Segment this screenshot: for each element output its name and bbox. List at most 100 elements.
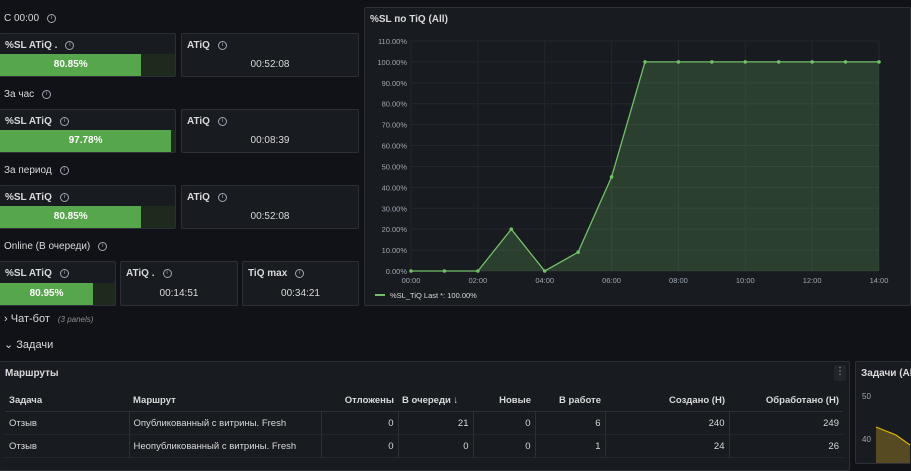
cell-postponed: 0 <box>321 434 399 458</box>
atiq-value: 00:52:08 <box>250 59 290 70</box>
sl-atiq-panel-period[interactable]: %SL ATiQ i 80.85% <box>0 185 176 229</box>
info-icon[interactable]: i <box>65 40 75 50</box>
data-point[interactable] <box>442 269 447 273</box>
data-point[interactable] <box>609 175 614 179</box>
col-header-route[interactable]: Маршрут <box>129 389 321 412</box>
atiq-value: 00:08:39 <box>250 135 290 146</box>
info-icon[interactable]: i <box>98 241 108 251</box>
y-tick-label: 30.00% <box>382 204 408 213</box>
row-chatbot[interactable]: › Чат-бот (3 panels) <box>4 313 93 325</box>
cell-created: 24 <box>605 434 730 458</box>
cell-route: Неопубликованный с витрины. Fresh <box>129 434 322 458</box>
y-tick-label: 0.00% <box>386 267 408 276</box>
y-tick-label: 20.00% <box>382 225 408 234</box>
sort-desc-icon: ↓ <box>453 394 459 406</box>
atiq-panel-online[interactable]: ATiQ .i 00:14:51 <box>120 261 238 306</box>
tasks-mini-chart <box>875 426 911 463</box>
tasks-all-title: Задачи (All) <box>861 368 911 379</box>
col-header-in-progress[interactable]: В работе <box>535 389 605 412</box>
y-tick-label: 10.00% <box>382 246 408 255</box>
tasks-y-label: 50 <box>862 392 871 401</box>
tasks-all-panel[interactable]: Задачи (All) 50 40 <box>855 361 911 464</box>
sl-atiq-panel-since-midnight[interactable]: %SL ATiQ .i 80.85% <box>0 33 176 77</box>
sl-atiq-panel-online[interactable]: %SL ATiQ i 80.95% <box>0 261 116 306</box>
info-icon[interactable]: i <box>59 116 69 126</box>
data-point[interactable] <box>810 60 814 64</box>
tasks-series-area <box>876 427 910 463</box>
col-header-postponed[interactable]: Отложены <box>321 389 398 412</box>
col-header-processed[interactable]: Обработано (Н) <box>729 389 843 412</box>
cell-task: Отзыв <box>5 411 130 435</box>
info-icon[interactable]: i <box>162 268 172 278</box>
y-tick-label: 50.00% <box>382 162 408 171</box>
sl-by-tiq-chart[interactable]: 0.00% 10.00% 20.00% 30.00% 40.00% 50.00% 60.00… <box>365 8 910 305</box>
x-tick-label: 06:00 <box>602 276 621 285</box>
sl-atiq-panel-last-hour[interactable]: %SL ATiQ i 97.78% <box>0 109 176 153</box>
panel-menu-icon[interactable]: ⋮ <box>834 365 846 381</box>
routes-panel[interactable]: Маршруты ⋮ Задача Маршрут Отложены В оче… <box>0 361 850 471</box>
row-tasks[interactable]: ⌄ Задачи <box>4 338 53 351</box>
cell-new: 0 <box>473 434 536 458</box>
y-tick-label: 60.00% <box>382 142 408 151</box>
legend-label[interactable]: %SL_TiQ Last *: 100.00% <box>390 291 477 300</box>
cell-in-progress: 6 <box>535 411 606 435</box>
table-row[interactable]: Отзыв Неопубликованный с витрины. Fresh … <box>5 434 843 458</box>
sl-bar-gauge: 97.78% <box>0 130 172 152</box>
cell-in-queue: 0 <box>398 434 474 458</box>
atiq-panel-last-hour[interactable]: ATiQ i 00:08:39 <box>181 109 359 153</box>
data-point[interactable] <box>409 269 413 273</box>
info-icon[interactable]: i <box>59 192 69 202</box>
info-icon[interactable]: i <box>59 165 69 175</box>
info-icon[interactable]: i <box>217 116 227 126</box>
chevron-right-icon: › <box>4 313 8 325</box>
data-point[interactable] <box>877 60 881 64</box>
info-icon[interactable]: i <box>217 192 227 202</box>
atiq-panel-since-midnight[interactable]: ATiQ i 00:52:08 <box>181 33 359 77</box>
tasks-y-label: 40 <box>862 435 871 444</box>
cell-created: 240 <box>605 411 730 435</box>
data-point[interactable] <box>542 269 547 273</box>
atiq-value: 00:52:08 <box>250 211 290 222</box>
section-label-period: За период i <box>4 165 69 176</box>
x-tick-label: 14:00 <box>870 276 889 285</box>
info-icon[interactable]: i <box>42 89 52 99</box>
info-icon[interactable]: i <box>217 40 227 50</box>
cell-route: Опубликованный с витрины. Fresh <box>129 411 322 435</box>
sl-bar-gauge: 80.95% <box>0 283 94 305</box>
x-tick-label: 04:00 <box>535 276 554 285</box>
data-point[interactable] <box>743 60 748 64</box>
sl-by-tiq-chart-panel[interactable]: %SL по TiQ (All) 0.00% 10.00% 20.00% 30.00%… <box>364 7 911 306</box>
col-header-new[interactable]: Новые <box>473 389 535 412</box>
table-row[interactable]: Отзыв Опубликованный с витрины. Fresh 0 … <box>5 411 843 435</box>
y-tick-label: 90.00% <box>382 79 408 88</box>
routes-title: Маршруты <box>5 368 59 379</box>
data-point[interactable] <box>643 60 647 64</box>
data-point[interactable] <box>676 60 681 64</box>
y-tick-label: 80.00% <box>382 100 408 109</box>
tiq-max-panel-online[interactable]: TiQ max i 00:34:21 <box>242 261 359 306</box>
sl-bar-gauge: 80.85% <box>0 206 142 228</box>
data-point[interactable] <box>476 269 480 273</box>
info-icon[interactable]: i <box>295 268 305 278</box>
x-tick-label: 10:00 <box>736 276 755 285</box>
table-header-row: Задача Маршрут Отложены В очереди ↓ Новы… <box>5 389 843 412</box>
col-header-in-queue[interactable]: В очереди ↓ <box>398 389 473 412</box>
data-point[interactable] <box>509 227 514 231</box>
data-point[interactable] <box>776 60 781 64</box>
tiq-max-value: 00:34:21 <box>281 288 320 299</box>
info-icon[interactable]: i <box>59 268 69 278</box>
x-tick-label: 08:00 <box>669 276 688 285</box>
y-tick-label: 70.00% <box>382 121 408 130</box>
info-icon[interactable]: i <box>47 13 57 23</box>
section-label-since-midnight: С 00:00 i <box>4 13 57 24</box>
data-point[interactable] <box>710 60 714 64</box>
data-point[interactable] <box>843 60 848 64</box>
cell-new: 0 <box>473 411 536 435</box>
y-tick-label: 110.00% <box>378 37 407 46</box>
col-header-created[interactable]: Создано (Н) <box>605 389 729 412</box>
cell-task: Отзыв <box>5 434 130 458</box>
col-header-task[interactable]: Задача <box>5 389 129 412</box>
atiq-panel-period[interactable]: ATiQ i 00:52:08 <box>181 185 359 229</box>
cell-processed: 26 <box>729 434 843 458</box>
data-point[interactable] <box>576 250 580 254</box>
